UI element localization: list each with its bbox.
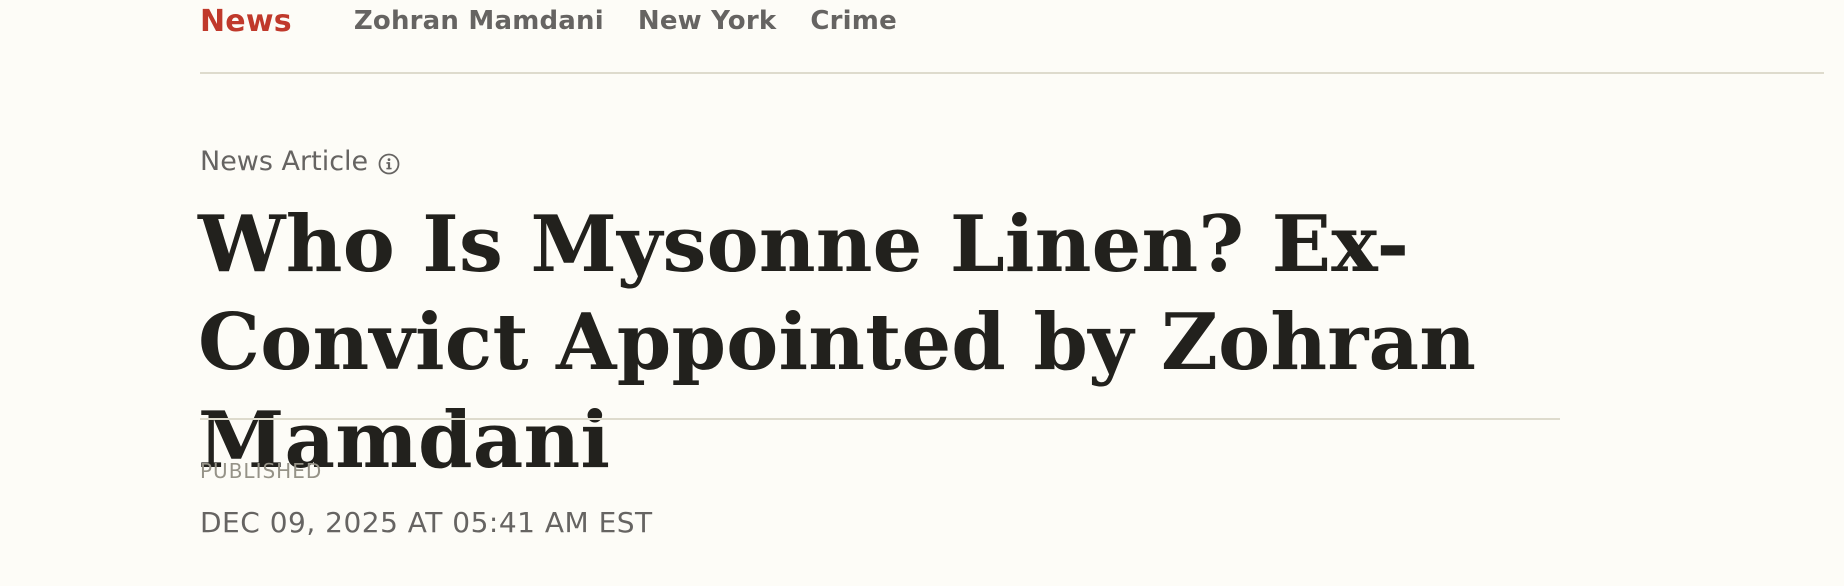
article-type-label: News Article [200,146,369,177]
nav-topic-zohran-mamdani[interactable]: Zohran Mamdani [354,6,604,36]
nav-section-news[interactable]: News [200,4,292,39]
article-headline: Who Is Mysonne Linen? Ex-Convict Appoint… [198,199,1477,486]
nav-topic-crime[interactable]: Crime [810,6,897,36]
article-type-row: News Article [200,146,400,177]
info-circle-icon[interactable] [378,151,400,174]
topic-nav: News Zohran Mamdani New York Crime [200,0,931,42]
headline-divider [200,418,1560,420]
nav-topic-new-york[interactable]: New York [638,6,776,36]
published-label: PUBLISHED [200,459,323,483]
nav-divider [200,72,1824,74]
published-date: DEC 09, 2025 AT 05:41 AM EST [200,506,653,539]
